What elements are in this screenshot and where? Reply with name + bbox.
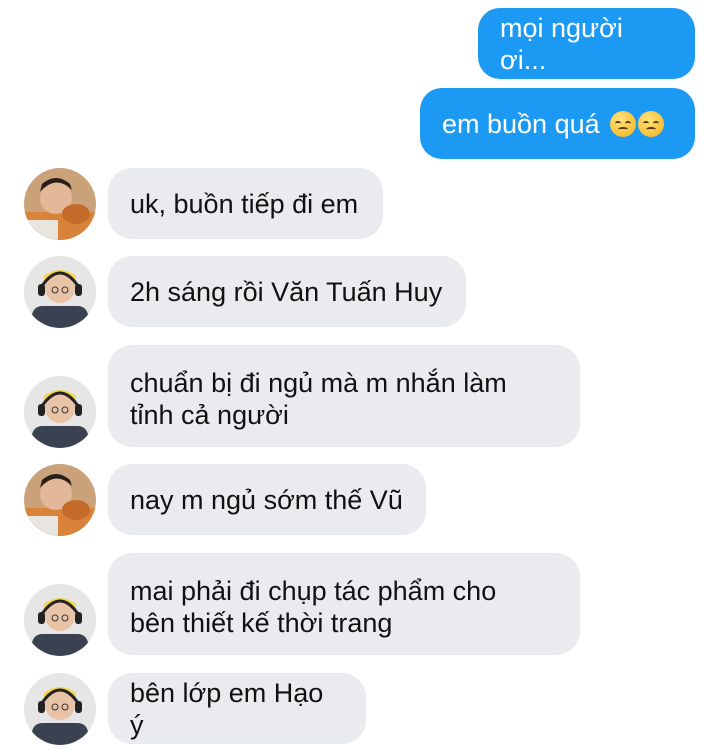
avatar-headphones-icon [24, 584, 96, 656]
avatar[interactable] [24, 168, 96, 240]
message-text: bên lớp em Hạo ý [130, 677, 324, 740]
message-text: 2h sáng rồi Văn Tuấn Huy [130, 276, 443, 307]
avatar-headphones-icon [24, 673, 96, 745]
message-bubble-incoming[interactable]: uk, buồn tiếp đi em [108, 168, 383, 239]
avatar[interactable] [24, 584, 96, 656]
message-text-line: chuẩn bị đi ngủ mà m nhắn làm [130, 368, 507, 398]
message-text: uk, buồn tiếp đi em [130, 188, 359, 219]
message-text-line: bên thiết kế thời trang [130, 608, 393, 638]
disappointed-face-icon [609, 110, 636, 137]
message-bubble-incoming[interactable]: nay m ngủ sớm thế Vũ [108, 464, 426, 535]
message-text-line: mai phải đi chụp tác phẩm cho [130, 576, 497, 606]
message-bubble-incoming[interactable]: bên lớp em Hạo ý [108, 673, 366, 744]
message-bubble-incoming[interactable]: mai phải đi chụp tác phẩm cho bên thiết … [108, 553, 580, 655]
avatar-orange-hoodie-icon [24, 464, 96, 536]
avatar[interactable] [24, 256, 96, 328]
message-bubble-incoming[interactable]: chuẩn bị đi ngủ mà m nhắn làm tỉnh cả ng… [108, 345, 580, 447]
message-thread: mọi người ơi... em buồn quá uk, buồn tiế… [0, 0, 719, 750]
avatar[interactable] [24, 464, 96, 536]
message-bubble-outgoing[interactable]: em buồn quá [420, 88, 695, 159]
message-text-line: tỉnh cả người [130, 400, 289, 430]
avatar[interactable] [24, 376, 96, 448]
disappointed-face-icon [637, 110, 664, 137]
message-text: nay m ngủ sớm thế Vũ [130, 484, 403, 515]
avatar[interactable] [24, 673, 96, 745]
message-bubble-outgoing[interactable]: mọi người ơi... [478, 8, 695, 79]
message-text: mọi người ơi... [500, 12, 623, 75]
message-text: em buồn quá [442, 108, 600, 139]
message-bubble-incoming[interactable]: 2h sáng rồi Văn Tuấn Huy [108, 256, 466, 327]
avatar-orange-hoodie-icon [24, 168, 96, 240]
avatar-headphones-icon [24, 256, 96, 328]
avatar-headphones-icon [24, 376, 96, 448]
